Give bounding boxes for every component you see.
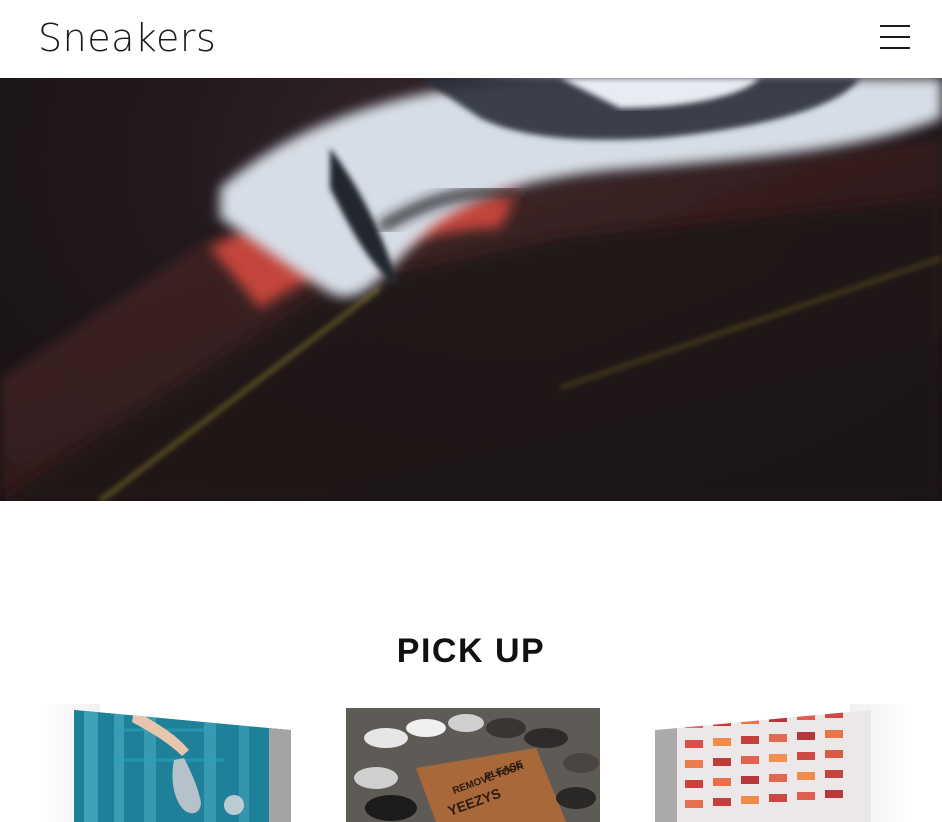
pickup-card-1[interactable] xyxy=(74,710,291,822)
menu-line xyxy=(880,47,910,49)
sneaker-wall-display-photo xyxy=(655,710,871,822)
hamburger-menu-icon[interactable] xyxy=(880,24,910,50)
section-title: PICK UP xyxy=(396,632,546,670)
blurred-sneaker-photo xyxy=(0,78,942,501)
menu-line xyxy=(880,36,910,38)
hand-holding-sneakers-teal-bridge-photo xyxy=(74,710,291,822)
site-header: Sneakers xyxy=(0,0,942,78)
menu-line xyxy=(880,25,910,27)
hero-image xyxy=(0,78,942,501)
pickup-card-3[interactable] xyxy=(655,710,871,822)
site-logo[interactable]: Sneakers xyxy=(38,14,216,62)
pickup-card-2[interactable]: PLEASE REMOVE YOUR YEEZYS xyxy=(346,708,600,822)
sneakers-circle-doormat-photo: PLEASE REMOVE YOUR YEEZYS xyxy=(346,708,600,822)
